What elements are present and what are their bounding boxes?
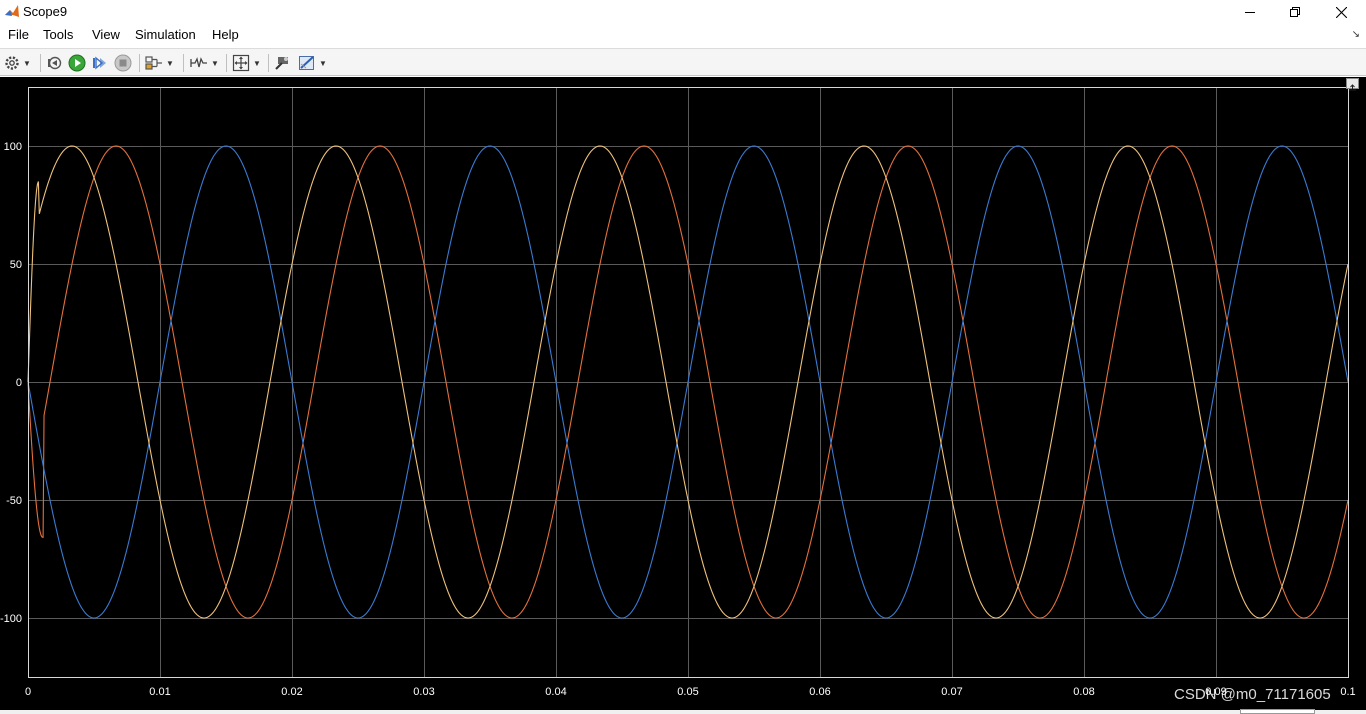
style-icon: [299, 56, 314, 70]
run-button[interactable]: [68, 53, 86, 73]
x-tick-label: 0.04: [545, 686, 566, 698]
tick-labels: 0 0.01 0.02 0.03 0.04 0.05 0.06 0.07 0.08 0.09 0.1…: [0, 141, 1356, 698]
x-tick-label: 0.03: [413, 686, 434, 698]
chevron-down-icon: ▼: [319, 58, 327, 68]
toolbar-divider: [139, 54, 140, 72]
zoom-fit-button[interactable]: ▼: [232, 53, 261, 73]
stop-icon: [114, 54, 132, 72]
dock-arrow-icon[interactable]: ↘: [1352, 29, 1360, 40]
x-tick-label: 0.1: [1340, 686, 1355, 698]
zoom-fit-icon: [232, 54, 250, 72]
window-title: Scope9: [23, 4, 68, 19]
status-field: [1240, 709, 1315, 714]
toolbar: ▼ ▼ ▼ ▼ ▼: [0, 48, 1366, 76]
x-tick-label: 0.06: [809, 686, 830, 698]
signal-selector-icon: [145, 56, 162, 70]
highlight-block-button[interactable]: [274, 53, 292, 73]
restore-icon: [1290, 7, 1300, 17]
step-forward-icon: [93, 56, 106, 70]
title-bar: Scope9: [0, 0, 1366, 24]
step-forward-button[interactable]: [91, 53, 107, 73]
status-bar: [0, 710, 1366, 714]
highlight-block-icon: [275, 57, 288, 70]
menu-tools[interactable]: Tools: [43, 27, 73, 42]
toolbar-divider: [183, 54, 184, 72]
x-tick-label: 0.07: [941, 686, 962, 698]
undock-button[interactable]: [1346, 78, 1359, 91]
x-tick-label: 0.01: [149, 686, 170, 698]
menu-simulation[interactable]: Simulation: [135, 27, 196, 42]
step-back-button[interactable]: [46, 53, 62, 73]
run-icon: [68, 54, 86, 72]
x-tick-label: 0.02: [281, 686, 302, 698]
close-icon: [1335, 6, 1347, 18]
menu-bar: File Tools View Simulation Help ↘: [0, 24, 1366, 46]
toolbar-divider: [268, 54, 269, 72]
y-tick-label: -100: [0, 613, 22, 625]
x-tick-label: 0: [25, 686, 31, 698]
chevron-down-icon: ▼: [166, 58, 174, 68]
y-tick-label: -50: [6, 495, 22, 507]
watermark-text: CSDN @m0_71171605: [1174, 686, 1331, 703]
chevron-down-icon: ▼: [253, 58, 261, 68]
x-tick-label: 0.08: [1073, 686, 1094, 698]
menu-help[interactable]: Help: [212, 27, 239, 42]
step-back-icon: [48, 56, 62, 70]
scope-display[interactable]: 0 0.01 0.02 0.03 0.04 0.05 0.06 0.07 0.08 0.09 0.1…: [0, 77, 1366, 714]
style-button[interactable]: ▼: [298, 53, 327, 73]
menu-view[interactable]: View: [92, 27, 120, 42]
y-tick-label: 100: [4, 141, 22, 153]
settings-button[interactable]: ▼: [4, 53, 31, 73]
y-tick-label: 0: [16, 377, 22, 389]
trigger-button[interactable]: ▼: [190, 53, 219, 73]
stop-button[interactable]: [114, 53, 132, 73]
close-button[interactable]: [1318, 0, 1364, 24]
chevron-down-icon: ▼: [211, 58, 219, 68]
signal-selector-button[interactable]: ▼: [145, 53, 174, 73]
toolbar-divider: [40, 54, 41, 72]
scope-chart[interactable]: 0 0.01 0.02 0.03 0.04 0.05 0.06 0.07 0.08 0.09 0.1…: [0, 77, 1366, 714]
minimize-icon: [1245, 12, 1255, 13]
minimize-button[interactable]: [1227, 0, 1273, 24]
matlab-logo-icon: [5, 5, 19, 17]
x-tick-label: 0.05: [677, 686, 698, 698]
menu-file[interactable]: File: [8, 27, 29, 42]
chevron-down-icon: ▼: [23, 58, 31, 68]
settings-icon: [5, 56, 19, 70]
toolbar-divider: [226, 54, 227, 72]
undock-icon: [1349, 84, 1356, 91]
y-tick-label: 50: [10, 259, 22, 271]
restore-button[interactable]: [1272, 0, 1318, 24]
trigger-icon: [190, 57, 207, 68]
